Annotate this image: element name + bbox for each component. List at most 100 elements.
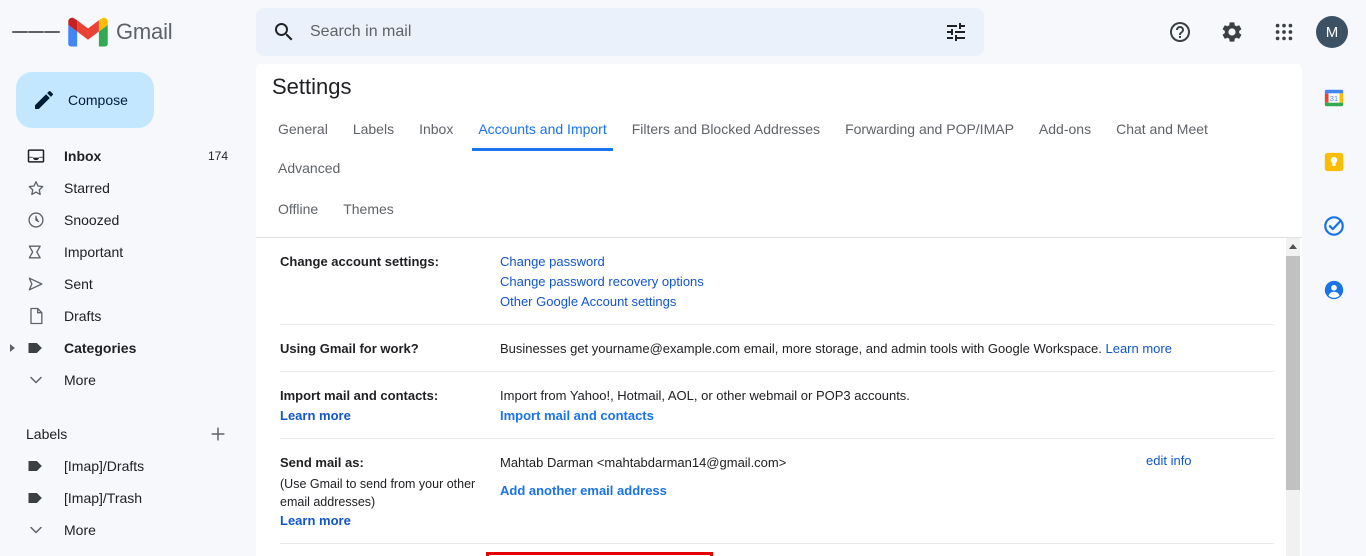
workspace-description: Businesses get yourname@example.com emai… <box>500 341 1102 356</box>
row-send-mail-as: Send mail as: (Use Gmail to send from yo… <box>280 439 1274 544</box>
sidebar-item-inbox[interactable]: Inbox 174 <box>0 140 244 172</box>
import-mail-and-contacts-link[interactable]: Import mail and contacts <box>500 406 1274 426</box>
content-scrollbar[interactable] <box>1286 238 1300 556</box>
brand-text: Gmail <box>116 19 173 44</box>
tab-labels[interactable]: Labels <box>347 112 400 151</box>
draft-page-icon <box>26 306 46 326</box>
sidebar-label-imap-drafts[interactable]: [Imap]/Drafts <box>0 450 244 482</box>
help-icon[interactable] <box>1156 8 1204 56</box>
row-label: Send mail as: (Use Gmail to send from yo… <box>280 453 500 531</box>
expand-caret-icon[interactable] <box>10 344 15 352</box>
label-tag-icon <box>26 488 46 508</box>
search-options-icon[interactable] <box>944 20 968 44</box>
left-sidebar: Compose Inbox 174 Starred Snoozed Import… <box>0 64 256 556</box>
import-learn-more-link[interactable]: Learn more <box>280 406 490 426</box>
settings-rows: Change account settings: Change password… <box>256 238 1302 556</box>
labels-list: [Imap]/Drafts [Imap]/Trash More <box>0 450 256 546</box>
search-bar[interactable] <box>256 8 984 56</box>
top-header: Gmail Search in mail M <box>0 0 1366 64</box>
row-label-text: Change account settings: <box>280 254 439 269</box>
tab-inbox[interactable]: Inbox <box>413 112 459 151</box>
hamburger-bar <box>28 31 44 33</box>
gmail-brand[interactable]: Gmail <box>68 17 173 47</box>
label-tag-icon <box>26 456 46 476</box>
row-label: Change account settings: <box>280 252 500 272</box>
inbox-icon <box>26 146 46 166</box>
tab-chat-and-meet[interactable]: Chat and Meet <box>1110 112 1214 151</box>
compose-label: Compose <box>68 92 128 108</box>
tab-offline[interactable]: Offline <box>272 192 324 231</box>
tab-accounts-and-import[interactable]: Accounts and Import <box>472 112 613 151</box>
pencil-icon <box>35 90 54 109</box>
inbox-unread-count: 174 <box>207 149 228 163</box>
sidebar-item-label: Important <box>64 244 124 260</box>
sidebar-nav: Inbox 174 Starred Snoozed Important Sent… <box>0 140 256 396</box>
google-keep-icon[interactable] <box>1314 142 1354 182</box>
sidebar-item-label: Sent <box>64 276 93 292</box>
settings-tabs: General Labels Inbox Accounts and Import… <box>256 100 1302 190</box>
gear-icon[interactable] <box>1208 8 1256 56</box>
important-chevron-icon <box>26 242 46 262</box>
send-mail-as-learn-more-link[interactable]: Learn more <box>280 511 490 531</box>
sidebar-item-starred[interactable]: Starred <box>0 172 244 204</box>
google-tasks-icon[interactable] <box>1314 206 1354 246</box>
avatar[interactable]: M <box>1316 16 1348 48</box>
send-mail-as-address: Mahtab Darman <mahtabdarman14@gmail.com> <box>500 455 787 470</box>
sidebar-item-label: Starred <box>64 180 110 196</box>
row-using-gmail-for-work: Using Gmail for work? Businesses get you… <box>280 325 1274 372</box>
row-label-text: Using Gmail for work? <box>280 341 419 356</box>
sidebar-item-drafts[interactable]: Drafts <box>0 300 244 332</box>
row-content: Businesses get yourname@example.com emai… <box>500 339 1274 359</box>
sidebar-label-more[interactable]: More <box>0 514 244 546</box>
tab-forwarding-and-pop-imap[interactable]: Forwarding and POP/IMAP <box>839 112 1020 151</box>
tab-advanced[interactable]: Advanced <box>272 151 346 190</box>
plus-icon[interactable] <box>208 424 228 444</box>
sidebar-item-categories[interactable]: Categories <box>0 332 244 364</box>
row-actions: edit info <box>1124 453 1274 468</box>
change-password-recovery-options-link[interactable]: Change password recovery options <box>500 272 1274 292</box>
add-another-email-address-link[interactable]: Add another email address <box>500 481 1124 501</box>
right-side-panel: 31 <box>1302 56 1366 556</box>
workspace-learn-more-link[interactable]: Learn more <box>1105 341 1171 356</box>
sidebar-label-text: [Imap]/Trash <box>64 490 143 506</box>
sidebar-item-important[interactable]: Important <box>0 236 244 268</box>
edit-info-link[interactable]: edit info <box>1146 453 1192 468</box>
row-check-mail-from-other-accounts: Check mail from other accounts: Learn mo… <box>280 544 1274 556</box>
settings-panel: Settings General Labels Inbox Accounts a… <box>256 56 1302 556</box>
tab-themes[interactable]: Themes <box>337 192 400 231</box>
compose-button[interactable]: Compose <box>16 72 154 128</box>
header-actions: M <box>1156 8 1356 56</box>
other-google-account-settings-link[interactable]: Other Google Account settings <box>500 292 1274 312</box>
import-description: Import from Yahoo!, Hotmail, AOL, or oth… <box>500 388 910 403</box>
google-apps-grid-icon[interactable] <box>1260 8 1308 56</box>
settings-tabs-row2: Offline Themes <box>256 190 1302 231</box>
row-label: Import mail and contacts: Learn more <box>280 386 500 426</box>
search-icon <box>275 23 293 41</box>
scrollbar-thumb[interactable] <box>1286 256 1300 490</box>
clock-icon <box>26 210 46 230</box>
row-label-text: Send mail as: <box>280 455 364 470</box>
row-label-text: Import mail and contacts: <box>280 388 439 403</box>
google-contacts-icon[interactable] <box>1314 270 1354 310</box>
change-password-link[interactable]: Change password <box>500 252 1274 272</box>
sidebar-item-sent[interactable]: Sent <box>0 268 244 300</box>
add-mail-account-highlight: Add a mail account <box>486 552 714 556</box>
sidebar-item-label: More <box>64 372 96 388</box>
row-label: Using Gmail for work? <box>280 339 500 359</box>
svg-text:31: 31 <box>1330 94 1338 103</box>
sidebar-label-imap-trash[interactable]: [Imap]/Trash <box>0 482 244 514</box>
scroll-up-arrow-icon[interactable] <box>1286 238 1300 254</box>
row-content: Change password Change password recovery… <box>500 252 1274 312</box>
search-input[interactable] <box>308 22 944 42</box>
sidebar-item-snoozed[interactable]: Snoozed <box>0 204 244 236</box>
tab-add-ons[interactable]: Add-ons <box>1033 112 1097 151</box>
star-icon <box>26 178 46 198</box>
row-import-mail-and-contacts: Import mail and contacts: Learn more Imp… <box>280 372 1274 439</box>
labels-header-label: Labels <box>26 426 68 442</box>
sidebar-item-more[interactable]: More <box>0 364 244 396</box>
google-calendar-icon[interactable]: 31 <box>1314 78 1354 118</box>
sidebar-item-label: Inbox <box>64 148 102 164</box>
tab-filters-and-blocked-addresses[interactable]: Filters and Blocked Addresses <box>626 112 826 151</box>
hamburger-menu-icon[interactable] <box>12 8 60 56</box>
tab-general[interactable]: General <box>272 112 334 151</box>
